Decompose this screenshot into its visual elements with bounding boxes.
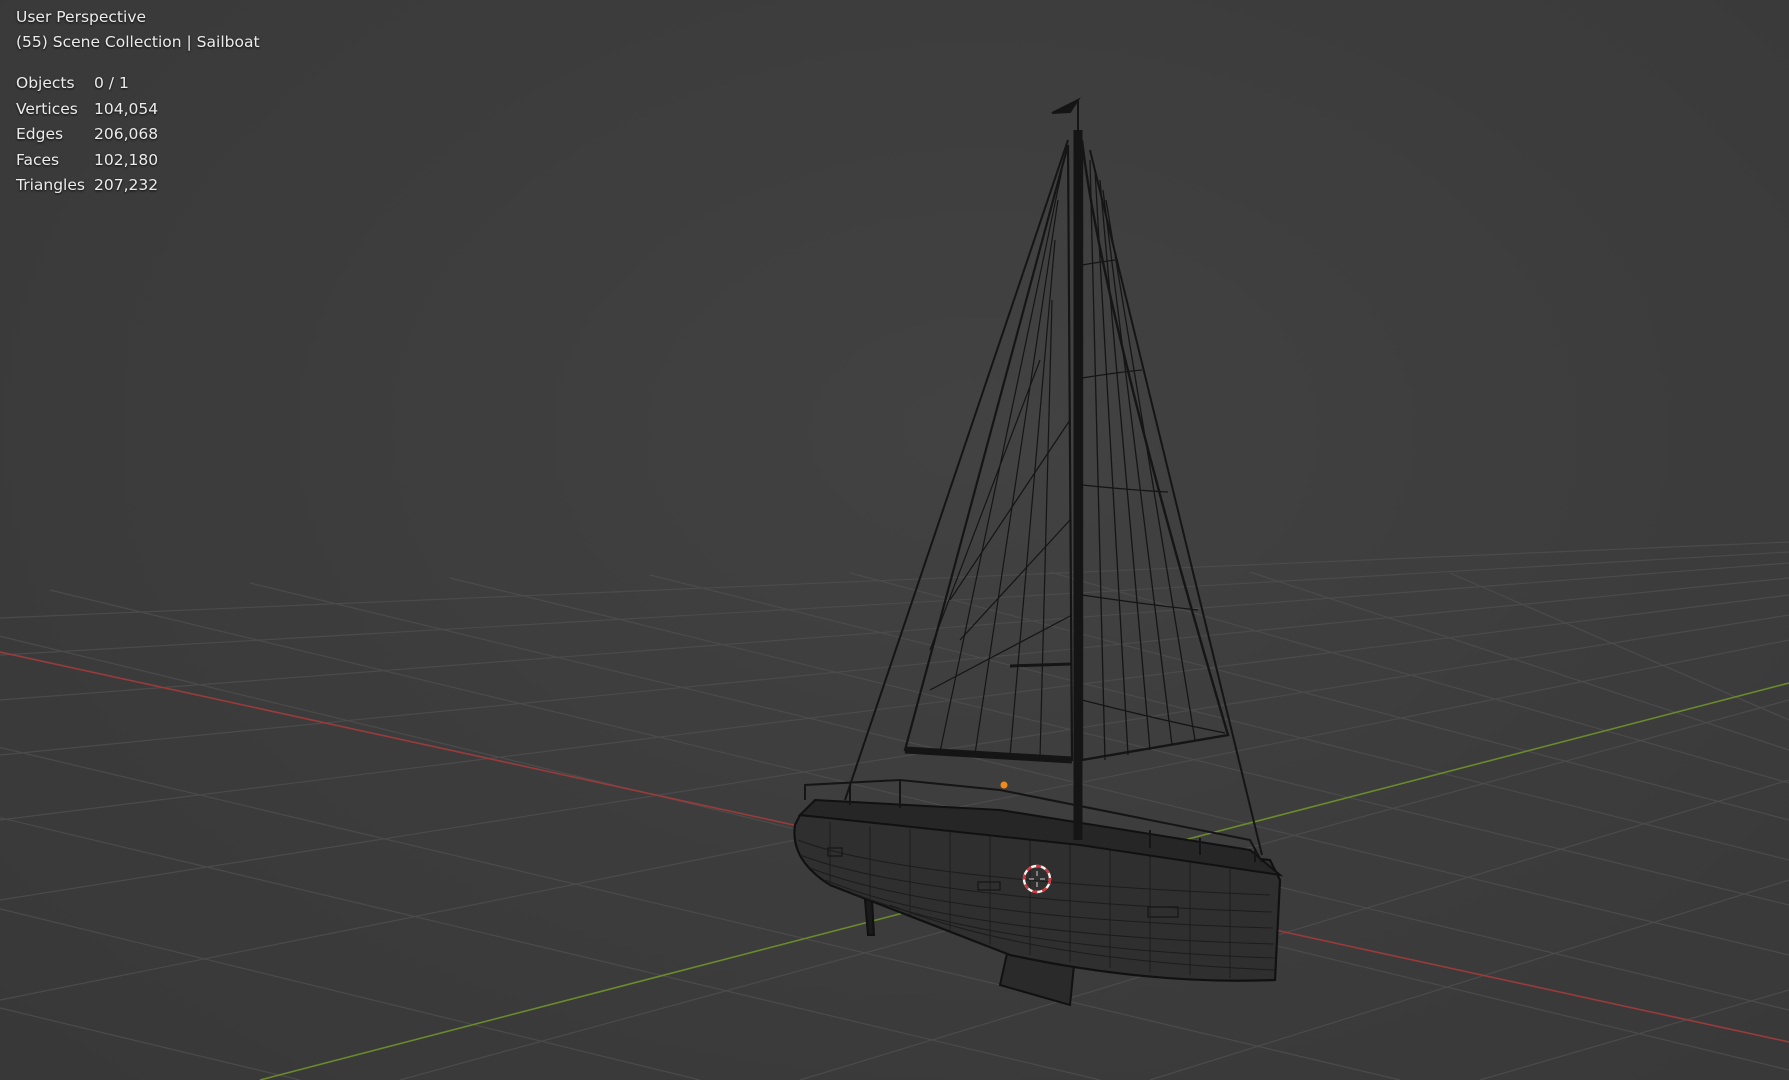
stat-value-faces: 102,180 [94,150,159,169]
stat-label-vertices: Vertices [16,99,78,118]
stat-value-objects: 0 / 1 [94,74,129,92]
stat-value-edges: 206,068 [94,125,159,143]
view-mode-label: User Perspective [16,8,147,26]
object-origin-dot [1000,781,1008,789]
stat-label-objects: Objects [16,74,75,92]
stat-label-edges: Edges [16,125,64,143]
stat-label-triangles: Triangles [16,176,85,194]
stat-label-faces: Faces [16,150,60,169]
stat-value-triangles: 207,232 [94,176,159,194]
scene-statistics: Objects 0 / 1 Vertices 104,054 Edges 206… [16,71,260,199]
stat-value-vertices: 104,054 [94,99,159,118]
overlay-spacer [16,55,260,71]
sailboat-model[interactable] [793,97,1284,1007]
collection-label: (55) Scene Collection | Sailboat [16,33,260,51]
viewport-scene[interactable] [0,0,1789,1080]
viewport-info-overlay: User Perspective (55) Scene Collection |… [16,5,260,199]
3d-viewport[interactable]: User Perspective (55) Scene Collection |… [0,0,1789,1080]
